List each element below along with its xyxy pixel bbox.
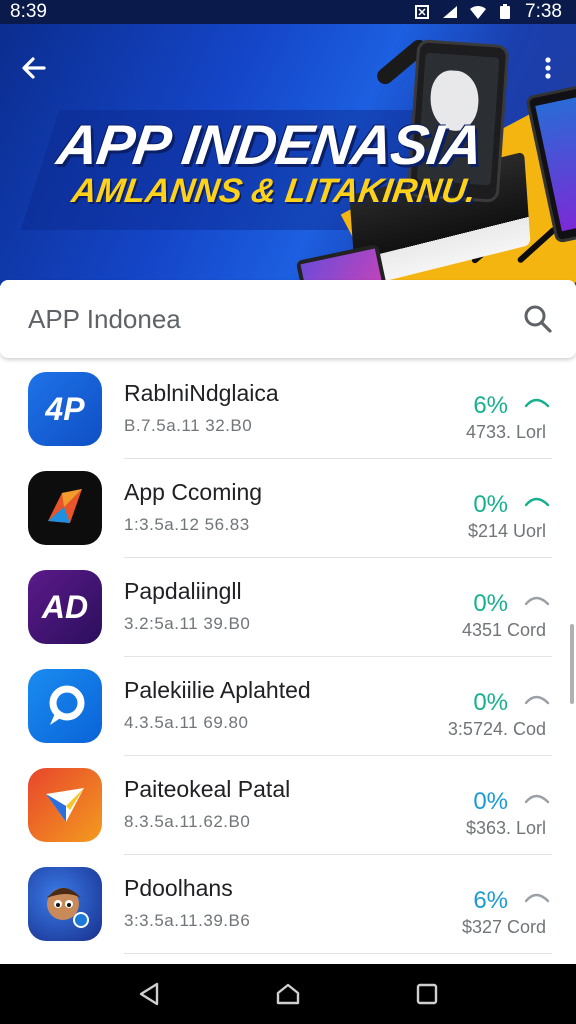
status-time-right: 7:38 [525, 1, 562, 22]
app-count: 3:5724. Cod [447, 719, 546, 739]
hero-banner: APP INDENASIA AMLANNS & LITAKIRNU. [0, 24, 576, 286]
search-input[interactable] [28, 303, 522, 335]
nav-home-button[interactable] [268, 974, 308, 1014]
app-icon [28, 669, 102, 743]
triangle-back-icon [140, 982, 159, 1006]
nav-back-button[interactable] [129, 974, 169, 1014]
p-logo-icon [49, 685, 85, 725]
app-meta: 8.3.5a.11.62.B0 [124, 812, 251, 831]
app-meta: B.7.5a.11 32.B0 [124, 416, 253, 435]
app-percentage: 0% [473, 491, 508, 518]
app-count: 4733. Lorl [465, 422, 546, 442]
divider [124, 953, 552, 954]
search-icon[interactable] [522, 303, 554, 335]
search-bar[interactable] [0, 280, 576, 358]
app-meta: 3.2:5a.11 39.B0 [124, 614, 251, 633]
trend-icon [524, 695, 550, 705]
scrollbar[interactable] [570, 624, 574, 704]
app-icon: 4P [28, 372, 102, 446]
square-recents-icon [416, 983, 437, 1005]
app-meta: 4.3.5a.11 69.80 [124, 713, 249, 732]
wifi-icon [470, 5, 487, 19]
app-name: RablniNdglaica [124, 380, 279, 406]
app-name: Paiteokeal Patal [124, 776, 291, 802]
app-percentage: 0% [473, 788, 508, 815]
app-name: Palekiilie Aplahted [124, 677, 311, 703]
trend-icon [524, 398, 550, 408]
battery-icon [500, 4, 511, 19]
status-icons: 7:38 [413, 1, 562, 23]
app-count: 4351 Cord [461, 620, 546, 640]
app-percentage: 0% [473, 590, 508, 617]
home-icon [276, 983, 300, 1005]
more-vert-icon [545, 57, 551, 79]
list-item[interactable]: Palekiilie Aplahted 4.3.5a.11 69.80 0% 3… [0, 657, 576, 756]
list-item[interactable]: App Ccoming 1:3.5a.12 56.83 0% $214 Uorl [0, 459, 576, 558]
list-item[interactable]: 4P RablniNdglaica B.7.5a.11 32.B0 6% 473… [0, 360, 576, 459]
app-name: App Ccoming [124, 479, 263, 505]
list-item[interactable]: Pdoolhans 3:3.5a.11.39.B6 6% $327 Cord [0, 855, 576, 954]
trend-icon [524, 794, 550, 804]
nav-recents-button[interactable] [407, 974, 447, 1014]
app-meta: 1:3.5a.12 56.83 [124, 515, 250, 534]
app-icon-label: 4P [45, 390, 85, 427]
back-button[interactable] [16, 50, 52, 86]
paper-plane-icon [46, 788, 84, 822]
character-avatar-icon [47, 888, 89, 928]
app-meta: 3:3.5a.11.39.B6 [124, 911, 251, 930]
app-percentage: 6% [473, 392, 508, 419]
arrow-left-icon [22, 57, 46, 79]
app-icon [28, 768, 102, 842]
status-bar: 8:39 7:38 [0, 0, 576, 24]
trend-icon [524, 596, 550, 606]
banner-subtitle: AMLANNS & LITAKIRNU. [69, 172, 479, 210]
app-count: $327 Cord [461, 917, 546, 937]
trend-icon [524, 497, 550, 507]
status-time-left: 8:39 [10, 1, 47, 22]
app-name: Papdaliingll [124, 578, 242, 604]
list-item[interactable]: Paiteokeal Patal 8.3.5a.11.62.B0 0% $363… [0, 756, 576, 855]
app-percentage: 0% [473, 689, 508, 716]
nfc-icon [415, 5, 430, 19]
system-navigation-bar [0, 964, 576, 1024]
trend-icon [524, 893, 550, 903]
app-icon [28, 867, 102, 941]
app-percentage: 6% [473, 887, 508, 914]
banner-title: APP INDENASIA [53, 113, 487, 176]
app-icon [28, 471, 102, 545]
app-icon: AD [28, 570, 102, 644]
list-item[interactable]: AD Papdaliingll 3.2:5a.11 39.B0 0% 4351 … [0, 558, 576, 657]
app-icon-label: AD [41, 588, 89, 625]
signal-off-icon [443, 6, 458, 18]
app-count: $214 Uorl [467, 521, 546, 541]
app-count: $363. Lorl [465, 818, 546, 838]
origami-logo-icon [48, 489, 82, 523]
more-options-button[interactable] [536, 50, 560, 86]
app-name: Pdoolhans [124, 875, 233, 901]
app-list: 4P RablniNdglaica B.7.5a.11 32.B0 6% 473… [0, 360, 576, 964]
